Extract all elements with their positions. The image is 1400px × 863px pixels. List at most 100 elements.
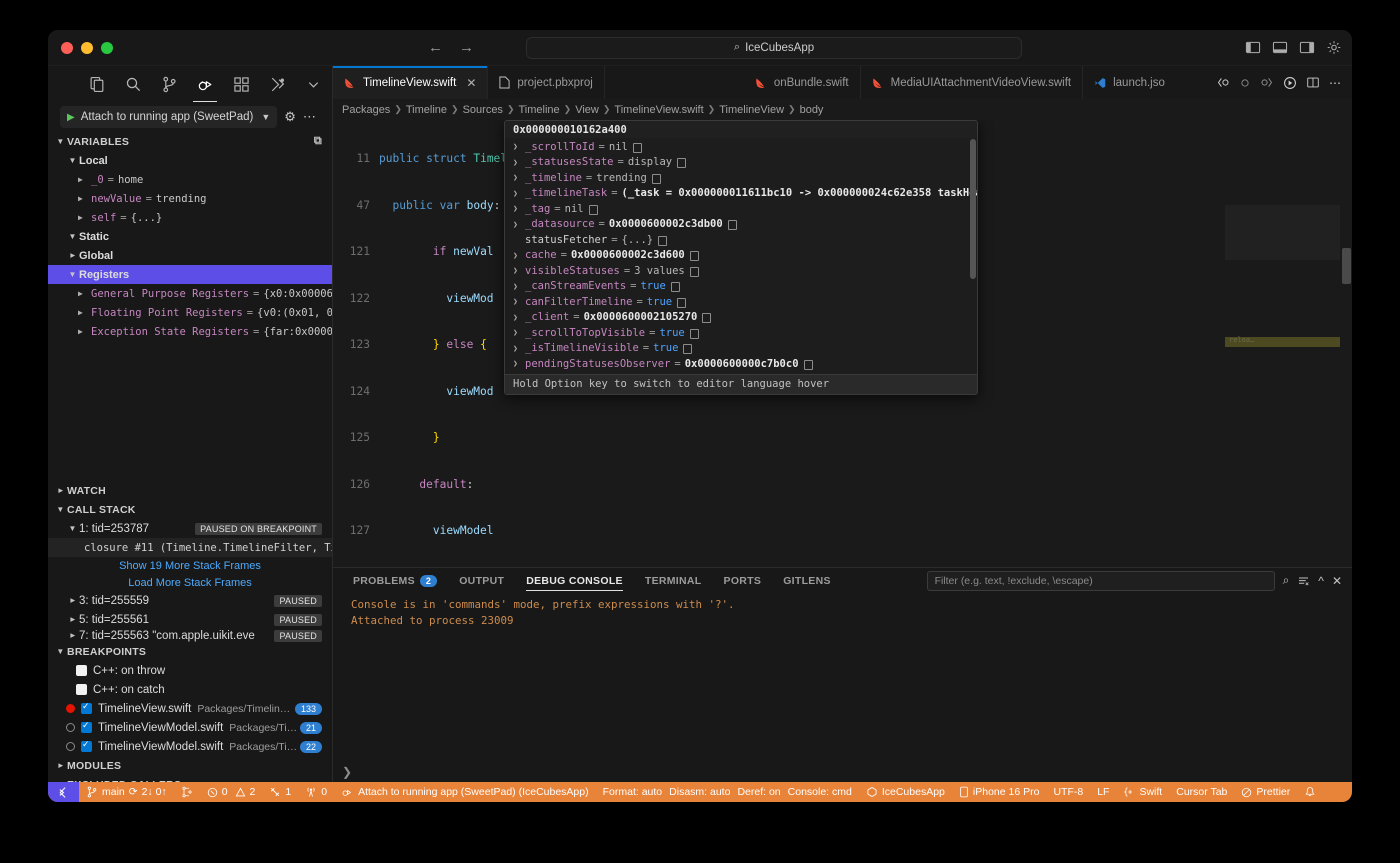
status-cursor-tab[interactable]: Cursor Tab	[1169, 782, 1234, 802]
section-breakpoints[interactable]: ▼ BREAKPOINTS	[48, 642, 332, 661]
breakpoint-row[interactable]: TimelineViewModel.swift Packages/Ti… 22	[48, 737, 332, 756]
variable-row[interactable]: ▶ _0 = home	[48, 170, 332, 189]
status-notifications[interactable]	[1297, 782, 1327, 802]
debug-console-input[interactable]: ❯	[333, 762, 1352, 782]
call-stack-thread[interactable]: ▼ 1: tid=253787 PAUSED ON BREAKPOINT	[48, 519, 332, 538]
hover-variable-row[interactable]: ❯ cache = 0x0000600002c3d600	[505, 248, 977, 264]
circle-icon[interactable]	[1239, 77, 1251, 89]
status-console-mode[interactable]: Console: cmd	[788, 782, 859, 802]
status-radio-tower[interactable]: 0	[298, 782, 334, 802]
section-watch[interactable]: ▼ WATCH	[48, 481, 332, 500]
status-branch[interactable]: main ⟳ 2↓ 0↑	[79, 782, 174, 802]
toggle-primary-sidebar-icon[interactable]	[1245, 40, 1261, 55]
chevron-right-icon[interactable]: ▶	[78, 175, 91, 184]
forward-arrow-icon[interactable]: →	[459, 39, 474, 56]
call-stack-thread[interactable]: ▼ 5: tid=255561 PAUSED	[48, 610, 332, 629]
section-excluded-callers[interactable]: ▼ EXCLUDED CALLERS	[48, 775, 332, 783]
status-problems[interactable]: 0 2	[200, 782, 263, 802]
variables-group-local[interactable]: ▼ Local	[48, 151, 332, 170]
more-views-chevron-down-icon[interactable]	[298, 69, 328, 99]
status-language[interactable]: Swift	[1116, 782, 1169, 802]
more-actions-icon[interactable]: ⋯	[303, 109, 316, 125]
scrollbar-thumb[interactable]	[1342, 248, 1351, 284]
status-format[interactable]: Format: auto	[596, 782, 670, 802]
breakpoint-checkbox[interactable]	[76, 684, 87, 695]
clear-console-icon[interactable]	[1297, 575, 1310, 587]
hover-variable-row[interactable]: ❯ _isTimelineVisible = true	[505, 341, 977, 357]
chevron-right-icon[interactable]: ❯	[513, 220, 525, 229]
status-device[interactable]: iPhone 16 Pro	[952, 782, 1047, 802]
breakpoint-checkbox[interactable]	[81, 720, 92, 733]
remote-window-button[interactable]	[48, 782, 79, 802]
hover-variable-row[interactable]: ❯ _datasource = 0x0000600002c3db00	[505, 217, 977, 233]
explorer-icon[interactable]	[82, 69, 112, 99]
view-binary-icon[interactable]	[651, 173, 661, 184]
chevron-right-icon[interactable]: ❯	[513, 173, 525, 182]
tab-debug-console[interactable]: DEBUG CONSOLE	[515, 568, 634, 593]
call-stack-thread[interactable]: ▼ 7: tid=255563 "com.apple.uikit.eve PAU…	[48, 629, 332, 642]
variable-row[interactable]: ▶ Floating Point Registers = {v0:(0x01, …	[48, 303, 332, 322]
status-prettier[interactable]: Prettier	[1234, 782, 1297, 802]
hover-scrollbar[interactable]	[970, 139, 976, 279]
variable-row[interactable]: ▶ Exception State Registers = {far:0x000…	[48, 322, 332, 341]
chevron-right-icon[interactable]: ▶	[78, 308, 91, 317]
go-back-icon[interactable]	[1216, 76, 1230, 89]
view-binary-icon[interactable]	[677, 158, 687, 169]
chevron-right-icon[interactable]: ❯	[513, 189, 525, 198]
view-binary-icon[interactable]	[677, 297, 687, 308]
show-more-stack-frames-link[interactable]: Show 19 More Stack Frames	[48, 557, 332, 574]
chevron-right-icon[interactable]: ❯	[513, 328, 525, 337]
run-icon[interactable]	[1283, 76, 1297, 90]
breakpoint-checkbox[interactable]	[81, 701, 92, 714]
code-line[interactable]: 126 default:	[333, 477, 1352, 493]
view-binary-icon[interactable]	[689, 251, 699, 262]
hover-variable-row[interactable]: ❯ _statusesState = display	[505, 155, 977, 171]
status-deref[interactable]: Deref: on	[737, 782, 787, 802]
source-control-icon[interactable]	[154, 69, 184, 99]
load-more-stack-frames-link[interactable]: Load More Stack Frames	[48, 574, 332, 591]
breakpoint-row[interactable]: TimelineViewModel.swift Packages/Ti… 21	[48, 718, 332, 737]
breakpoint-row[interactable]: C++: on catch	[48, 680, 332, 699]
editor-tab-timelineview[interactable]: TimelineView.swift ✕	[333, 66, 489, 99]
breadcrumb-item[interactable]: Sources	[463, 104, 503, 116]
breadcrumb-item[interactable]: Timeline	[518, 104, 559, 116]
more-actions-icon[interactable]: ⋯	[1329, 76, 1341, 90]
run-and-debug-icon[interactable]	[190, 69, 220, 102]
section-modules[interactable]: ▼ MODULES	[48, 756, 332, 775]
chevron-right-icon[interactable]: ▶	[78, 194, 91, 203]
chevron-right-icon[interactable]: ❯	[513, 251, 525, 260]
call-stack-thread[interactable]: ▼ 3: tid=255559 PAUSED	[48, 591, 332, 610]
chevron-right-icon[interactable]: ❯	[513, 282, 525, 291]
hover-variable-row[interactable]: ❯ visibleStatuses = 3 values	[505, 263, 977, 279]
hover-variable-row[interactable]: ❯ pendingStatusesObserver = 0x0000600000c7b…	[505, 356, 977, 372]
variable-row[interactable]: ▶ self = {...}	[48, 208, 332, 227]
gear-icon[interactable]: ⚙	[284, 109, 296, 125]
call-stack-frame[interactable]: closure #11 (Timeline.TimelineFilter, Ti…	[48, 538, 332, 557]
status-scheme[interactable]: IceCubesApp	[859, 782, 952, 802]
editor-scrollbar[interactable]	[1340, 120, 1352, 567]
editor-tab-launchjson[interactable]: launch.jso	[1083, 66, 1176, 99]
maximize-panel-icon[interactable]: ^	[1318, 574, 1324, 588]
search-icon[interactable]	[118, 69, 148, 99]
breadcrumb-item[interactable]: View	[575, 104, 599, 116]
toggle-panel-icon[interactable]	[1272, 40, 1288, 55]
layout-controls[interactable]	[1245, 40, 1342, 55]
status-disasm[interactable]: Disasm: auto	[669, 782, 737, 802]
go-forward-icon[interactable]	[1260, 76, 1274, 89]
toggle-secondary-sidebar-icon[interactable]	[1299, 40, 1315, 55]
status-encoding[interactable]: UTF-8	[1046, 782, 1090, 802]
breakpoint-row[interactable]: C++: on throw	[48, 661, 332, 680]
view-binary-icon[interactable]	[658, 235, 668, 246]
extensions-icon[interactable]	[226, 69, 256, 99]
editor-tab-onbundle[interactable]: onBundle.swift	[605, 66, 861, 99]
view-binary-icon[interactable]	[727, 220, 737, 231]
view-binary-icon[interactable]	[803, 359, 813, 370]
section-call-stack[interactable]: ▼ CALL STACK	[48, 500, 332, 519]
breakpoint-checkbox[interactable]	[76, 665, 87, 676]
chevron-right-icon[interactable]: ❯	[513, 142, 525, 151]
variables-group-global[interactable]: ▼ Global	[48, 246, 332, 265]
breakpoint-row[interactable]: TimelineView.swift Packages/Timelin… 133	[48, 699, 332, 718]
hover-variable-row[interactable]: ❯ _scrollToTopVisible = true	[505, 325, 977, 341]
filter-input[interactable]: Filter (e.g. text, !exclude, \escape)	[926, 570, 1275, 591]
chevron-right-icon[interactable]: ❯	[513, 158, 525, 167]
